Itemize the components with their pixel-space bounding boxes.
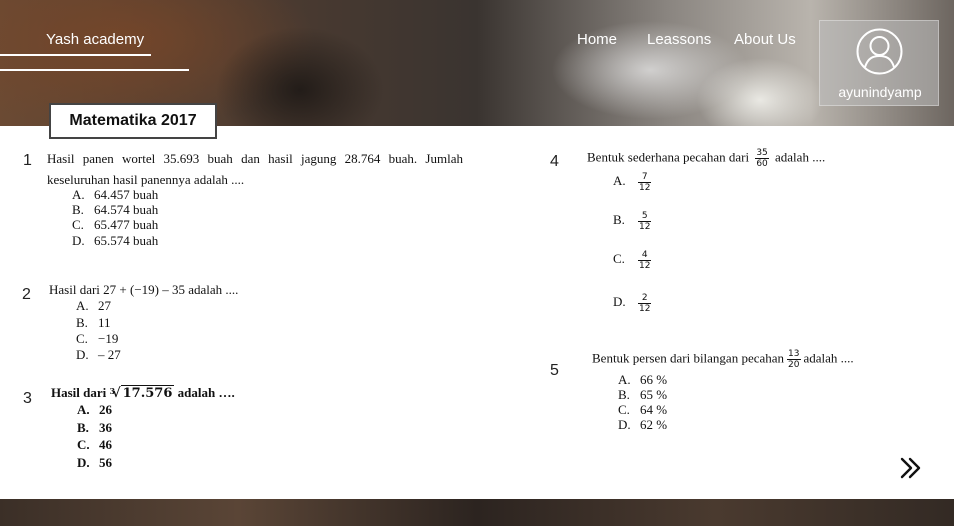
brand-underline-secondary	[0, 69, 189, 71]
question-text: Bentuk persen dari bilangan pecahan 13 20 a…	[592, 349, 854, 370]
nav-link-home[interactable]: Home	[577, 31, 617, 48]
answer-option[interactable]: A. 7 12	[613, 172, 654, 193]
user-name: ayunindyamp	[838, 84, 922, 100]
answer-option[interactable]: B. 64.574 buah	[72, 202, 158, 218]
answer-option[interactable]: D. 62 %	[618, 417, 667, 433]
answer-option[interactable]: C. 4 12	[613, 250, 654, 271]
answer-option[interactable]: B. 36	[77, 420, 112, 436]
answer-option[interactable]: B. 65 %	[618, 387, 667, 403]
question-text: Hasil panen wortel 35.693 buah dan hasil…	[47, 151, 463, 187]
answer-option[interactable]: D. – 27	[76, 347, 121, 363]
answer-option[interactable]: C. 64 %	[618, 402, 667, 418]
question-text: Hasil dari 3√ 17.576 adalah ….	[51, 385, 235, 401]
question-number: 2	[22, 286, 31, 303]
user-profile-menu[interactable]: ayunindyamp	[819, 20, 939, 106]
question-number: 5	[550, 362, 559, 379]
answer-option[interactable]: A. 27	[76, 298, 111, 314]
answer-option[interactable]: A. 26	[77, 402, 112, 418]
question-number: 3	[23, 390, 32, 407]
cube-root-expression: 3√ 17.576	[109, 385, 175, 401]
question-text: Hasil dari 27 + (−19) – 35 adalah ....	[49, 282, 239, 297]
answer-option[interactable]: A. 64.457 buah	[72, 187, 158, 203]
answer-option[interactable]: C. 65.477 buah	[72, 217, 158, 233]
page-title: Matematika 2017	[49, 103, 217, 139]
answer-option[interactable]: B. 11	[76, 315, 111, 331]
fraction: 35 60	[755, 148, 769, 169]
answer-option[interactable]: C. −19	[76, 331, 118, 347]
user-avatar-icon	[856, 28, 903, 75]
nav-link-about-us[interactable]: About Us	[734, 31, 796, 48]
answer-option[interactable]: D. 2 12	[613, 293, 654, 314]
fraction: 13 20	[787, 349, 801, 370]
brand-underline	[0, 54, 151, 56]
answer-option[interactable]: C. 46	[77, 437, 112, 453]
answer-option[interactable]: B. 5 12	[613, 211, 654, 232]
question-number: 1	[23, 152, 32, 169]
question-number: 4	[550, 153, 559, 170]
nav-link-leassons[interactable]: Leassons	[647, 31, 711, 48]
answer-option[interactable]: A. 66 %	[618, 372, 667, 388]
answer-option[interactable]: D. 56	[77, 455, 112, 471]
footer-background-photo	[0, 499, 954, 526]
answer-option[interactable]: D. 65.574 buah	[72, 233, 158, 249]
double-chevron-right-icon[interactable]	[898, 455, 924, 481]
brand-name[interactable]: Yash academy	[46, 31, 144, 48]
question-text: Bentuk sederhana pecahan dari 35 60 adala…	[587, 148, 826, 169]
